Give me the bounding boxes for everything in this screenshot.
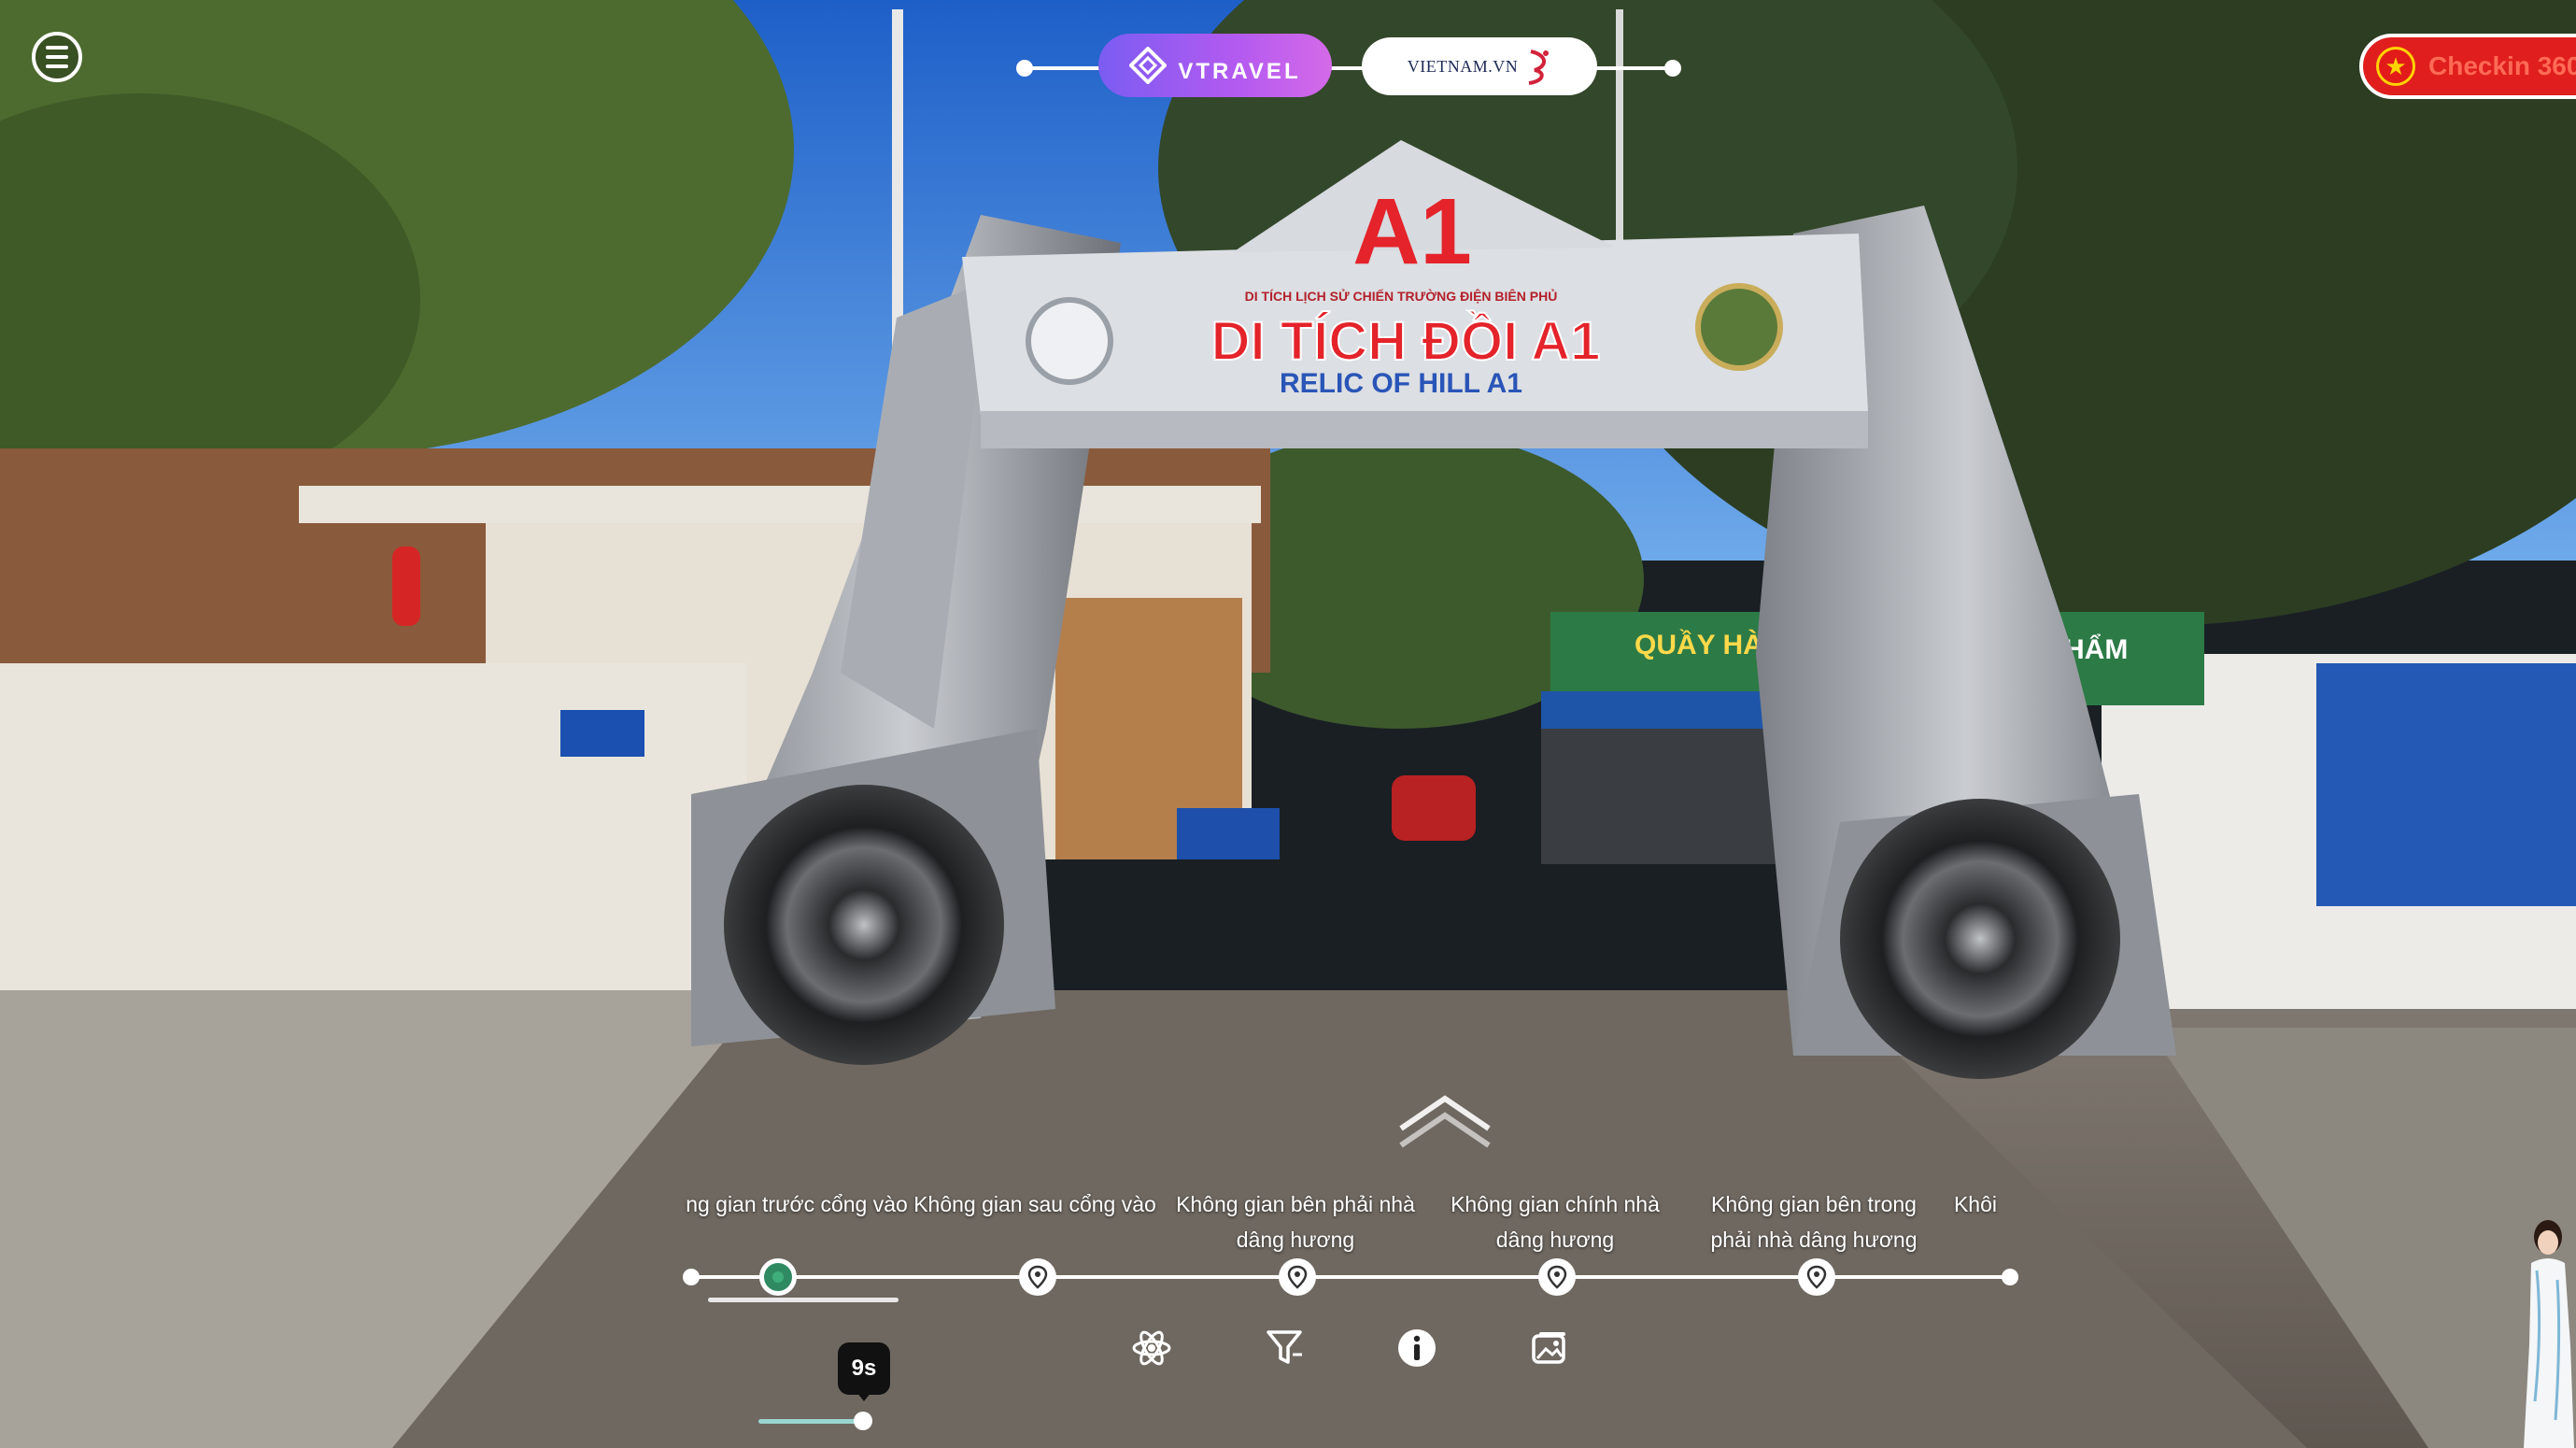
filter-icon[interactable] (1263, 1327, 1306, 1370)
location-pin-icon (1027, 1265, 1048, 1289)
active-scene-underline (708, 1298, 899, 1302)
vietnam-vn-logo-button[interactable]: VIETNAM.VN (1362, 37, 1597, 95)
vietnam-vn-logo-text: VIETNAM.VN (1407, 56, 1519, 76)
vtravel-logo-button[interactable]: VTRAVEL (1098, 34, 1332, 97)
location-pin-icon (1547, 1265, 1567, 1289)
checkin-360-button[interactable]: ★ Checkin 360 (2359, 34, 2576, 99)
scene-label-3[interactable]: Không gian chính nhà dâng hương (1434, 1186, 1677, 1257)
virtual-guide-avatar[interactable] (2509, 1214, 2576, 1448)
vtravel-logo-icon (1129, 47, 1168, 84)
hamburger-icon-line (46, 64, 68, 68)
vietnam-vn-swirl-icon (1528, 50, 1550, 85)
location-pin-icon (1287, 1265, 1308, 1289)
timeline-marker[interactable] (1279, 1258, 1316, 1296)
gate-wheel-right (1840, 799, 2120, 1079)
chevron-up-icon[interactable] (1395, 1091, 1494, 1149)
brand-connector-dot (1016, 60, 1033, 77)
menu-button[interactable] (32, 32, 82, 82)
vtravel-logo-text: VTRAVEL (1178, 59, 1301, 84)
info-icon[interactable] (1395, 1327, 1438, 1370)
hamburger-icon-line (46, 46, 68, 50)
sign-main: DI TÍCH ĐỒI A1 (1211, 311, 1601, 372)
scene-label-4[interactable]: Không gian bên trong phải nhà dâng hương (1692, 1186, 1935, 1257)
scene-label-0[interactable]: ng gian trước cổng vào (675, 1186, 918, 1222)
timeline-marker-active[interactable] (759, 1258, 797, 1296)
brand-connector-dot (1664, 60, 1681, 77)
timeline-marker[interactable] (1538, 1258, 1576, 1296)
location-pin-icon (772, 1271, 784, 1283)
vietnam-flag-icon: ★ (2376, 47, 2415, 86)
scene-label-2[interactable]: Không gian bên phải nhà dâng hương (1174, 1186, 1417, 1257)
atom-icon[interactable] (1130, 1327, 1173, 1370)
timeline-marker[interactable] (1019, 1258, 1056, 1296)
location-pin-icon (1806, 1265, 1827, 1289)
gallery-icon[interactable] (1528, 1327, 1571, 1370)
timer-badge-tail (856, 1392, 871, 1401)
timeline-marker[interactable] (1798, 1258, 1835, 1296)
autoplay-slider-handle[interactable] (854, 1412, 872, 1430)
scene-label-5[interactable]: Khôi (1938, 1186, 2013, 1222)
timeline-end-dot (2002, 1269, 2018, 1285)
sign-a1: A1 (1352, 179, 1472, 284)
autoplay-timer-badge: 9s (838, 1342, 890, 1395)
panorama-viewer[interactable]: QUẦY HÀN PHẨM A1 DI TÍCH LỊCH SỬ CHIẾN T… (0, 0, 2576, 1448)
timeline-start-dot (683, 1269, 700, 1285)
svg-text:DI TÍCH LỊCH SỬ CHIẾN TRƯỜNG Đ: DI TÍCH LỊCH SỬ CHIẾN TRƯỜNG ĐIỆN BIÊN P… (1245, 288, 1558, 304)
checkin-360-label: Checkin 360 (2428, 51, 2576, 80)
svg-text:RELIC OF HILL A1: RELIC OF HILL A1 (1280, 368, 1522, 399)
scene-label-1[interactable]: Không gian sau cổng vào (913, 1186, 1156, 1222)
hamburger-icon-line (46, 55, 68, 59)
gate-wheel-left (724, 785, 1004, 1065)
